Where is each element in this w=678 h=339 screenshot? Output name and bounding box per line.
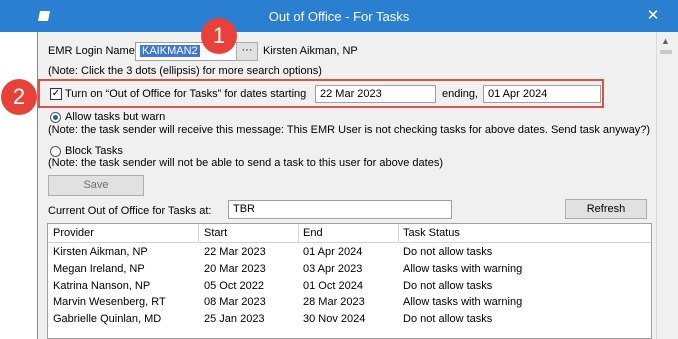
callout-badge-1: 1: [201, 18, 237, 54]
column-divider: [398, 224, 399, 242]
ellipsis-search-button[interactable]: ···: [236, 42, 258, 61]
cell-provider: Katrina Nanson, NP: [53, 280, 151, 292]
callout-badge-2: 2: [1, 79, 37, 115]
vertical-scrollbar[interactable]: [656, 32, 678, 339]
scrollbar-thumb[interactable]: [660, 50, 672, 54]
column-header-task-status[interactable]: Task Status: [403, 227, 460, 239]
cell-task-status: Do not allow tasks: [403, 246, 493, 258]
save-button[interactable]: Save: [48, 175, 144, 196]
cell-task-status: Allow tasks with warning: [403, 296, 523, 308]
column-header-start[interactable]: Start: [204, 227, 227, 239]
cell-start: 08 Mar 2023: [204, 296, 266, 308]
current-ooo-label: Current Out of Office for Tasks at:: [48, 205, 212, 217]
tasks-table[interactable]: Provider Start End Task Status Kirsten A…: [47, 223, 652, 339]
cell-task-status: Do not allow tasks: [403, 280, 493, 292]
out-of-office-checkbox[interactable]: ✓: [50, 88, 62, 100]
column-header-provider[interactable]: Provider: [53, 227, 94, 239]
cell-start: 22 Mar 2023: [204, 246, 266, 258]
block-tasks-label: Block Tasks: [65, 145, 123, 157]
block-tasks-radio[interactable]: [50, 146, 61, 157]
end-date-input[interactable]: 01 Apr 2024: [483, 85, 601, 103]
cell-start: 25 Jan 2023: [204, 313, 265, 325]
login-name-value: KAIKMAN2: [140, 45, 200, 57]
cell-end: 03 Apr 2023: [303, 263, 363, 275]
allow-tasks-label: Allow tasks but warn: [65, 111, 166, 123]
login-user-name: Kirsten Aikman, NP: [263, 45, 358, 57]
title-bar: Out of Office - For Tasks ✕: [0, 0, 678, 32]
allow-tasks-note: (Note: the task sender will receive this…: [48, 124, 651, 136]
close-icon[interactable]: ✕: [642, 6, 664, 26]
cell-provider: Marvin Wesenberg, RT: [53, 296, 166, 308]
scroll-up-arrow-icon[interactable]: ▲: [661, 36, 670, 46]
cell-provider: Gabrielle Quinlan, MD: [53, 313, 162, 325]
start-date-input[interactable]: 22 Mar 2023: [315, 85, 436, 103]
login-note: (Note: Click the 3 dots (ellipsis) for m…: [48, 65, 322, 77]
out-of-office-label: Turn on “Out of Office for Tasks” for da…: [65, 88, 307, 100]
cell-task-status: Do not allow tasks: [403, 313, 493, 325]
ending-label: ending,: [442, 88, 479, 100]
column-header-end[interactable]: End: [303, 227, 323, 239]
current-ooo-input[interactable]: TBR: [228, 200, 452, 219]
cell-start: 05 Oct 2022: [204, 280, 264, 292]
cell-provider: Kirsten Aikman, NP: [53, 246, 148, 258]
window-title: Out of Office - For Tasks: [268, 9, 410, 24]
allow-tasks-radio[interactable]: [50, 112, 61, 123]
login-label: EMR Login Name:: [48, 45, 138, 57]
cell-provider: Megan Ireland, NP: [53, 263, 145, 275]
column-divider: [198, 224, 199, 242]
cell-end: 30 Nov 2024: [303, 313, 366, 325]
refresh-button[interactable]: Refresh: [565, 199, 647, 219]
cell-end: 28 Mar 2023: [303, 296, 365, 308]
table-header: Provider Start End Task Status: [48, 224, 651, 243]
block-tasks-note: (Note: the task sender will not be able …: [48, 157, 443, 169]
column-divider: [298, 224, 299, 242]
cell-task-status: Allow tasks with warning: [403, 263, 523, 275]
cell-end: 01 Oct 2024: [303, 280, 363, 292]
cell-start: 20 Mar 2023: [204, 263, 266, 275]
cell-end: 01 Apr 2024: [303, 246, 363, 258]
